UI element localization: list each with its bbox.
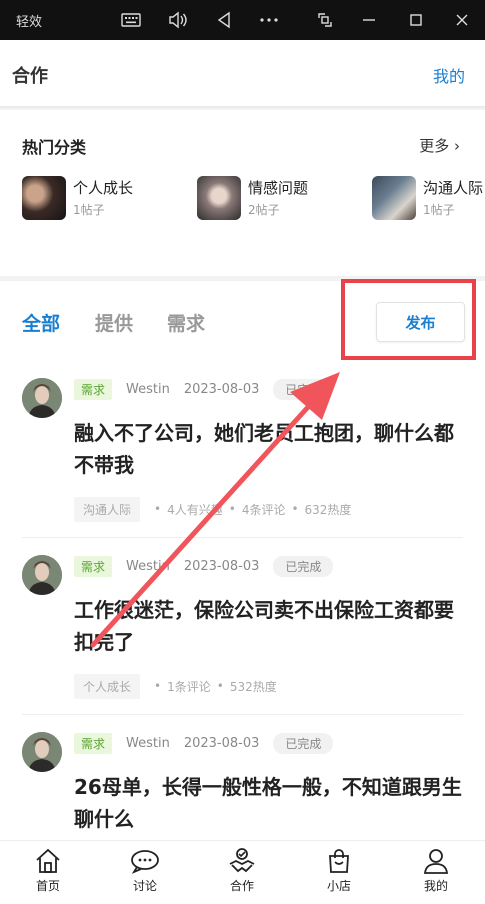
volume-icon[interactable] xyxy=(166,8,190,32)
nav-item-shop[interactable]: 小店 xyxy=(309,844,369,900)
post-item[interactable]: 需求 Westin 2023-08-03 已完成 26母单，长得一般性格一般，不… xyxy=(0,715,485,841)
screenshot-icon[interactable] xyxy=(313,8,337,32)
more-link[interactable]: 更多 › xyxy=(419,135,460,156)
app-header: 合作 我的 xyxy=(0,40,485,106)
close-icon[interactable] xyxy=(450,8,474,32)
category-tag[interactable]: 沟通人际 xyxy=(74,496,141,522)
bag-icon xyxy=(329,849,349,873)
my-link[interactable]: 我的 xyxy=(433,63,465,87)
post-feed: 全部 提供 需求 发布 需求 Westin 2023-08-03 已完成 融入不… xyxy=(0,281,485,841)
category-thumbnail xyxy=(372,176,416,220)
need-tag: 需求 xyxy=(74,732,113,754)
tab-offer[interactable]: 提供 xyxy=(95,309,133,336)
user-icon xyxy=(423,849,449,874)
tab-need[interactable]: 需求 xyxy=(167,309,205,336)
post-meta: 需求 Westin 2023-08-03 已完成 xyxy=(74,555,334,577)
category-count: 1帖子 xyxy=(423,203,455,217)
post-date: 2023-08-03 xyxy=(183,558,260,574)
more-icon[interactable] xyxy=(257,8,281,32)
category-item-personal-growth[interactable]: 个人成长 1帖子 xyxy=(22,176,172,222)
need-tag: 需求 xyxy=(74,378,113,400)
post-author[interactable]: Westin xyxy=(126,736,170,751)
nav-label: 合作 xyxy=(229,879,254,893)
hot-categories-section: 热门分类 更多 › 个人成长 1帖子 情感问题 2帖子 沟通人际 1帖子 xyxy=(0,110,485,276)
status-badge: 已完成 xyxy=(273,732,334,754)
chat-icon xyxy=(131,850,159,874)
category-name: 情感问题 xyxy=(248,179,309,197)
post-author[interactable]: Westin xyxy=(126,382,170,397)
heat-count: 632热度 xyxy=(304,502,352,517)
nav-item-home[interactable]: 首页 xyxy=(18,844,78,900)
nav-item-mine[interactable]: 我的 xyxy=(406,844,466,900)
interest-count: 4人有兴趣 xyxy=(167,502,223,517)
status-badge: 已完成 xyxy=(273,555,334,577)
post-item[interactable]: 需求 Westin 2023-08-03 已完成 工作很迷茫，保险公司卖不出保险… xyxy=(0,538,485,715)
nav-label: 首页 xyxy=(35,879,60,893)
post-date: 2023-08-03 xyxy=(183,735,260,751)
category-tag[interactable]: 个人成长 xyxy=(74,673,141,699)
category-item-communication[interactable]: 沟通人际 1帖子 xyxy=(372,176,485,222)
post-stats: 沟通人际 • 4人有兴趣 • 4条评论 • 632热度 xyxy=(74,496,352,522)
avatar xyxy=(22,732,62,772)
category-name: 个人成长 xyxy=(73,179,134,197)
nav-label: 我的 xyxy=(423,879,448,893)
status-badge: 已完成 xyxy=(273,378,334,400)
need-tag: 需求 xyxy=(74,555,113,577)
annotation-highlight-box xyxy=(341,279,476,360)
page-title: 合作 xyxy=(12,66,48,87)
back-icon[interactable] xyxy=(212,8,236,32)
tab-all[interactable]: 全部 xyxy=(22,309,60,336)
home-icon xyxy=(36,848,60,873)
window-titlebar: 轻效 xyxy=(0,0,485,40)
minimize-icon[interactable] xyxy=(357,8,381,32)
post-title[interactable]: 工作很迷茫，保险公司卖不出保险工资都要扣完了 xyxy=(74,594,469,658)
avatar xyxy=(22,378,62,418)
nav-item-cooperate[interactable]: 合作 xyxy=(212,844,272,900)
hot-categories-title: 热门分类 xyxy=(22,138,87,157)
post-stats: 个人成长 • 1条评论 • 532热度 xyxy=(74,673,277,699)
category-count: 1帖子 xyxy=(73,203,105,217)
handshake-icon xyxy=(229,848,255,873)
nav-label: 小店 xyxy=(326,879,351,893)
app-title: 轻效 xyxy=(16,15,43,30)
nav-item-discuss[interactable]: 讨论 xyxy=(115,844,175,900)
heat-count: 532热度 xyxy=(229,679,277,694)
category-thumbnail xyxy=(22,176,66,220)
post-date: 2023-08-03 xyxy=(183,381,260,397)
bottom-nav: 首页 讨论 合作 小店 我的 xyxy=(0,840,485,904)
post-title[interactable]: 融入不了公司，她们老员工抱团，聊什么都不带我 xyxy=(74,417,469,481)
category-thumbnail xyxy=(197,176,241,220)
avatar xyxy=(22,555,62,595)
category-name: 沟通人际 xyxy=(423,179,484,197)
post-meta: 需求 Westin 2023-08-03 已完成 xyxy=(74,732,334,754)
comment-count: 1条评论 xyxy=(167,679,211,694)
post-author[interactable]: Westin xyxy=(126,559,170,574)
category-item-emotion[interactable]: 情感问题 2帖子 xyxy=(197,176,347,222)
post-title[interactable]: 26母单，长得一般性格一般，不知道跟男生聊什么 xyxy=(74,771,469,835)
category-count: 2帖子 xyxy=(248,203,280,217)
maximize-icon[interactable] xyxy=(404,8,428,32)
post-item[interactable]: 需求 Westin 2023-08-03 已完成 融入不了公司，她们老员工抱团，… xyxy=(0,361,485,538)
keyboard-icon[interactable] xyxy=(119,8,143,32)
comment-count: 4条评论 xyxy=(241,502,286,517)
nav-label: 讨论 xyxy=(132,879,157,893)
post-meta: 需求 Westin 2023-08-03 已完成 xyxy=(74,378,334,400)
